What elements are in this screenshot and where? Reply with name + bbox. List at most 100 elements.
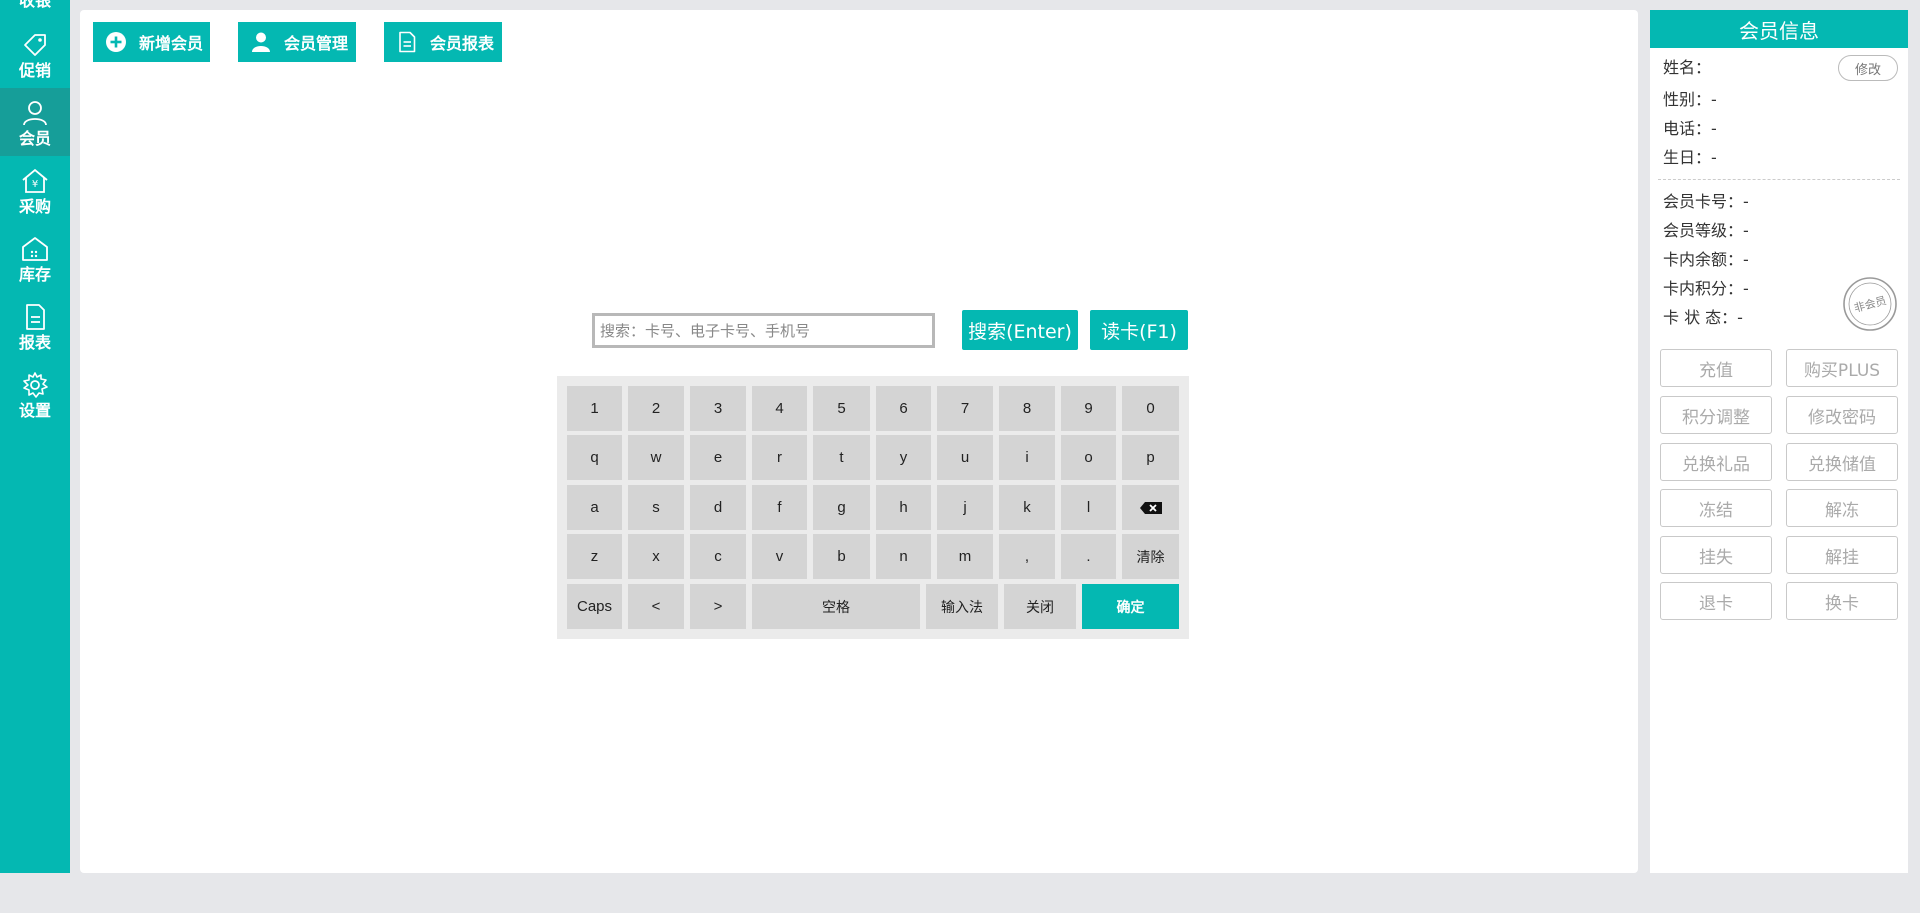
member-level-label: 会员等级：- xyxy=(1663,221,1749,240)
search-input[interactable] xyxy=(592,313,935,348)
card-status-label: 卡 状 态：- xyxy=(1663,308,1743,327)
key[interactable]: s xyxy=(628,485,684,530)
recharge-button[interactable]: 充值 xyxy=(1660,349,1772,387)
key[interactable]: p xyxy=(1122,435,1179,480)
key[interactable]: m xyxy=(937,534,993,579)
cursor-left-key[interactable]: < xyxy=(628,584,684,629)
birthday-label: 生日：- xyxy=(1663,148,1717,167)
key[interactable]: 3 xyxy=(690,386,746,431)
member-manage-button[interactable]: 会员管理 xyxy=(238,22,356,62)
key[interactable]: 7 xyxy=(937,386,993,431)
key[interactable]: n xyxy=(876,534,931,579)
member-manage-label: 会员管理 xyxy=(284,34,349,53)
key[interactable]: u xyxy=(937,435,993,480)
caps-key[interactable]: Caps xyxy=(567,584,622,629)
key[interactable]: a xyxy=(567,485,622,530)
document-icon xyxy=(399,31,416,53)
key[interactable]: t xyxy=(813,435,870,480)
adjust-points-button[interactable]: 积分调整 xyxy=(1660,396,1772,434)
clear-key[interactable]: 清除 xyxy=(1122,534,1179,579)
sidebar-item-member[interactable]: 会员 xyxy=(0,88,70,156)
non-member-stamp: 非会员 xyxy=(1843,277,1897,331)
change-password-button[interactable]: 修改密码 xyxy=(1786,396,1898,434)
sidebar-item-label: 收银 xyxy=(18,0,51,10)
sidebar-item-label: 库存 xyxy=(18,265,51,284)
key[interactable]: r xyxy=(752,435,807,480)
key[interactable]: 9 xyxy=(1061,386,1116,431)
sidebar-item-label: 促销 xyxy=(18,61,51,80)
key[interactable]: z xyxy=(567,534,622,579)
sidebar: 收银 促销 会员 ¥ 采购 库存 报表 设置 xyxy=(0,0,70,873)
add-member-button[interactable]: 新增会员 xyxy=(93,22,210,62)
member-report-label: 会员报表 xyxy=(430,34,495,53)
key[interactable]: 6 xyxy=(876,386,931,431)
card-number-label: 会员卡号：- xyxy=(1663,192,1749,211)
gender-label: 性别：- xyxy=(1663,90,1717,109)
key[interactable]: 4 xyxy=(752,386,807,431)
sidebar-item-purchase[interactable]: ¥ 采购 xyxy=(0,156,70,224)
redeem-balance-button[interactable]: 兑换储值 xyxy=(1786,443,1898,481)
read-card-button[interactable]: 读卡(F1) xyxy=(1090,310,1188,350)
replace-card-button[interactable]: 换卡 xyxy=(1786,582,1898,620)
key[interactable]: l xyxy=(1061,485,1116,530)
main-panel: 新增会员 会员管理 会员报表 搜索(Enter) 读卡(F1) 1 2 3 4 … xyxy=(80,10,1638,873)
close-keyboard-key[interactable]: 关闭 xyxy=(1004,584,1076,629)
key[interactable]: , xyxy=(999,534,1055,579)
cursor-right-key[interactable]: > xyxy=(690,584,746,629)
key[interactable]: 8 xyxy=(999,386,1055,431)
sidebar-item-settings[interactable]: 设置 xyxy=(0,360,70,428)
gear-icon xyxy=(23,372,48,398)
confirm-key[interactable]: 确定 xyxy=(1082,584,1179,629)
return-card-button[interactable]: 退卡 xyxy=(1660,582,1772,620)
key[interactable]: 2 xyxy=(628,386,684,431)
key[interactable]: o xyxy=(1061,435,1116,480)
key[interactable]: d xyxy=(690,485,746,530)
key[interactable]: j xyxy=(937,485,993,530)
freeze-button[interactable]: 冻结 xyxy=(1660,489,1772,527)
buy-plus-button[interactable]: 购买PLUS xyxy=(1786,349,1898,387)
key[interactable]: f xyxy=(752,485,807,530)
phone-label: 电话：- xyxy=(1663,119,1717,138)
sidebar-item-promotion[interactable]: 促销 xyxy=(0,20,70,88)
backspace-key[interactable] xyxy=(1122,485,1179,530)
sidebar-item-cashier[interactable]: 收银 xyxy=(0,0,70,18)
space-key[interactable]: 空格 xyxy=(752,584,920,629)
edit-member-button[interactable]: 修改 xyxy=(1838,55,1898,81)
card-balance-label: 卡内余额：- xyxy=(1663,250,1749,269)
panel-title: 会员信息 xyxy=(1650,10,1908,48)
sidebar-item-inventory[interactable]: 库存 xyxy=(0,224,70,292)
unfreeze-button[interactable]: 解冻 xyxy=(1786,489,1898,527)
key[interactable]: x xyxy=(628,534,684,579)
key[interactable]: i xyxy=(999,435,1055,480)
key[interactable]: 0 xyxy=(1122,386,1179,431)
search-button[interactable]: 搜索(Enter) xyxy=(962,310,1078,350)
key[interactable]: c xyxy=(690,534,746,579)
tag-icon xyxy=(24,34,46,56)
key[interactable]: q xyxy=(567,435,622,480)
key[interactable]: e xyxy=(690,435,746,480)
key[interactable]: v xyxy=(752,534,807,579)
sidebar-item-report[interactable]: 报表 xyxy=(0,292,70,360)
member-report-button[interactable]: 会员报表 xyxy=(384,22,502,62)
document-icon xyxy=(26,304,45,330)
ime-key[interactable]: 输入法 xyxy=(926,584,998,629)
report-loss-button[interactable]: 挂失 xyxy=(1660,536,1772,574)
person-icon xyxy=(23,101,47,126)
sidebar-item-label: 会员 xyxy=(18,129,51,148)
key[interactable]: 1 xyxy=(567,386,622,431)
cancel-loss-button[interactable]: 解挂 xyxy=(1786,536,1898,574)
add-member-label: 新增会员 xyxy=(139,34,204,53)
key[interactable]: y xyxy=(876,435,931,480)
key[interactable]: h xyxy=(876,485,931,530)
divider xyxy=(1658,179,1900,180)
key[interactable]: g xyxy=(813,485,870,530)
key[interactable]: k xyxy=(999,485,1055,530)
card-points-label: 卡内积分：- xyxy=(1663,279,1749,298)
key[interactable]: b xyxy=(813,534,870,579)
key[interactable]: w xyxy=(628,435,684,480)
key[interactable]: 5 xyxy=(813,386,870,431)
virtual-keyboard: 1 2 3 4 5 6 7 8 9 0 q w e r t y u i o p … xyxy=(557,376,1189,639)
backspace-icon xyxy=(1139,501,1162,514)
redeem-gift-button[interactable]: 兑换礼品 xyxy=(1660,443,1772,481)
key[interactable]: . xyxy=(1061,534,1116,579)
